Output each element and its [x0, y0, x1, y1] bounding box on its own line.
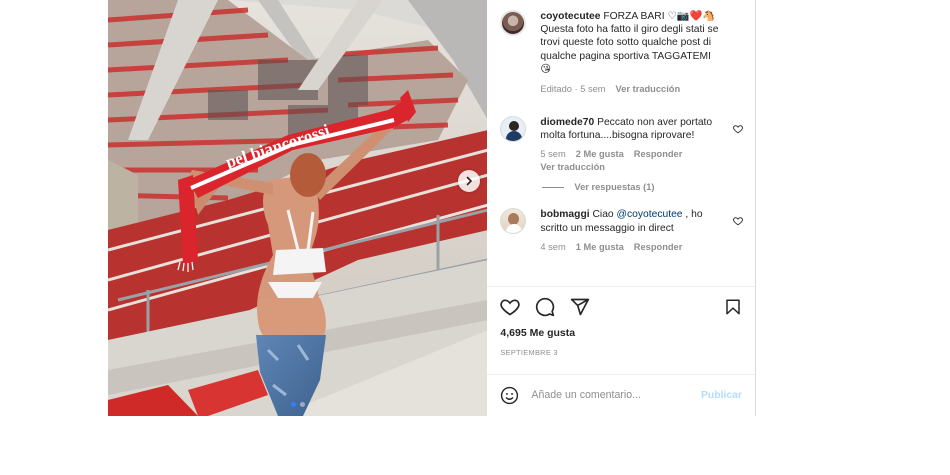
carousel-dot-2 — [299, 402, 305, 407]
mention-link[interactable]: @coyotecutee — [617, 209, 683, 220]
view-replies-label: Ver respuestas (1) — [574, 182, 655, 193]
like-comment-icon[interactable] — [733, 216, 743, 226]
stadium-photo: pel biancorossi — [108, 0, 488, 416]
publish-button[interactable]: Publicar — [701, 390, 742, 401]
reply-button[interactable]: Responder — [634, 242, 683, 252]
caption-entry: coyotecutee FORZA BARI ♡📷❤️🐴 Questa foto… — [500, 10, 743, 94]
next-slide-button[interactable] — [458, 170, 480, 192]
emoji-button[interactable] — [500, 386, 519, 405]
post-date: SEPTIEMBRE 3 — [500, 348, 558, 357]
comment-item: diomede70 Peccato non aver portato molta… — [500, 116, 743, 172]
chevron-right-icon — [466, 176, 473, 186]
caption-edited-time: Editado · 5 sem — [540, 84, 606, 95]
caption-text: coyotecutee FORZA BARI ♡📷❤️🐴 Questa foto… — [540, 10, 724, 76]
comment-body-prefix: Ciao — [592, 209, 614, 221]
comment-text: diomede70 Peccato non aver portato molta… — [540, 116, 724, 142]
share-button[interactable] — [570, 297, 590, 317]
caption-username[interactable]: coyotecutee — [540, 11, 600, 22]
reply-button[interactable]: Responder — [634, 149, 683, 159]
see-translation-link[interactable]: Ver traducción — [540, 162, 724, 172]
action-bar — [487, 287, 755, 327]
carousel-indicator — [108, 402, 487, 407]
comment-likes[interactable]: 1 Me gusta — [576, 242, 624, 252]
comment-username[interactable]: bobmaggi — [540, 209, 589, 220]
comment-time: 4 sem — [540, 241, 566, 252]
comment-likes[interactable]: 2 Me gusta — [576, 149, 624, 159]
comment-item: bobmaggi Ciao @coyotecutee , ho scritto … — [500, 208, 743, 252]
carousel-dot-1 — [290, 402, 296, 407]
avatar[interactable] — [500, 116, 527, 143]
bookmark-icon — [726, 299, 740, 315]
see-translation-link[interactable]: Ver traducción — [616, 84, 681, 94]
save-button[interactable] — [724, 298, 742, 316]
comment-text: bobmaggi Ciao @coyotecutee , ho scritto … — [540, 208, 724, 234]
view-replies-button[interactable]: Ver respuestas (1) — [542, 182, 743, 192]
add-comment-bar: Publicar — [487, 374, 755, 415]
comment-button[interactable] — [535, 297, 555, 317]
instagram-post: pel biancorossi coyotecutee FORZA BARI ♡… — [108, 0, 756, 416]
comments-list[interactable]: coyotecutee FORZA BARI ♡📷❤️🐴 Questa foto… — [487, 0, 755, 287]
comment-username[interactable]: diomede70 — [540, 117, 594, 128]
comment-input[interactable] — [531, 389, 701, 401]
avatar[interactable] — [500, 208, 527, 235]
likes-count[interactable]: 4,695 Me gusta — [487, 327, 755, 339]
replies-divider — [542, 186, 565, 188]
like-button[interactable] — [500, 297, 521, 317]
comment-icon — [536, 297, 555, 317]
comment-meta: 5 sem 2 Me gusta Responder — [540, 149, 724, 159]
caption-meta: Editado · 5 sem Ver traducción — [540, 84, 724, 94]
comment-time: 5 sem — [540, 149, 566, 160]
share-icon — [571, 298, 590, 316]
emoji-icon — [501, 386, 519, 404]
avatar[interactable] — [500, 10, 527, 36]
heart-icon — [500, 299, 521, 316]
post-side-panel: coyotecutee FORZA BARI ♡📷❤️🐴 Questa foto… — [487, 0, 755, 416]
post-photo[interactable]: pel biancorossi — [108, 0, 488, 416]
comment-meta: 4 sem 1 Me gusta Responder — [540, 242, 724, 252]
like-comment-icon[interactable] — [733, 124, 743, 134]
